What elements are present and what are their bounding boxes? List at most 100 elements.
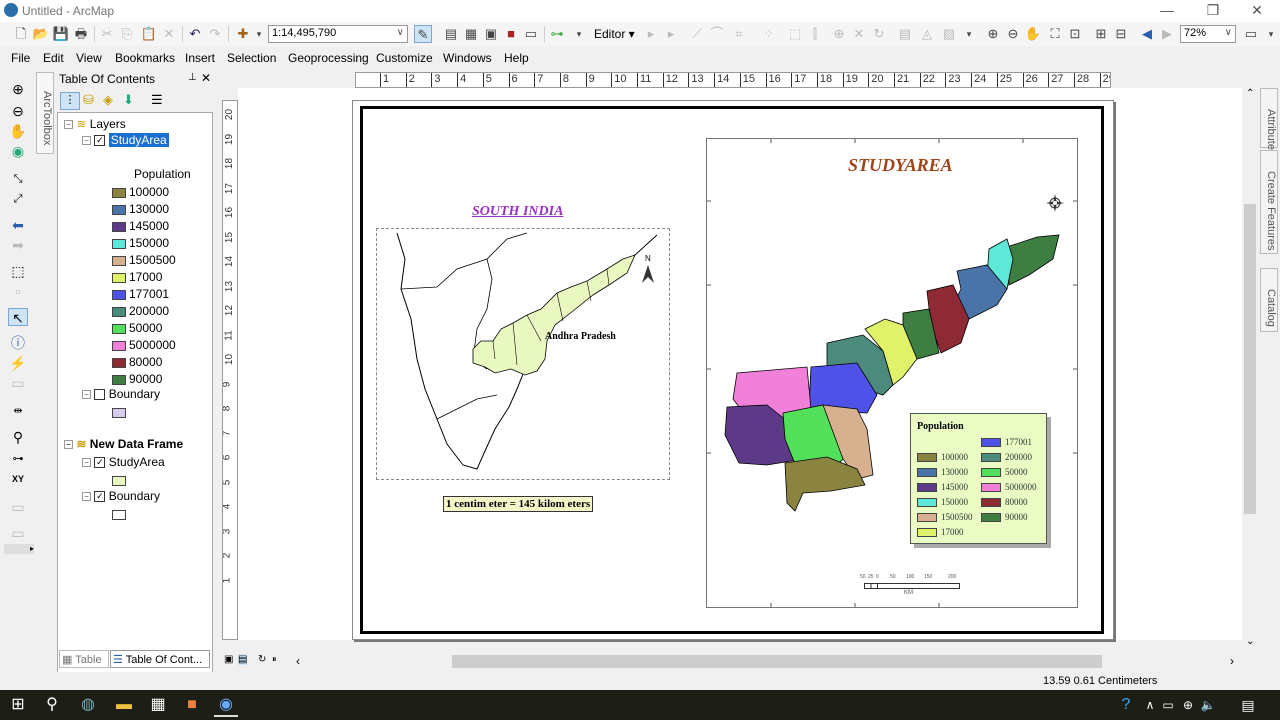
tab-table[interactable]: ▦ Table [59,650,109,668]
pin-icon[interactable]: ⊥ [188,72,197,83]
toc-options-icon[interactable]: ☰ [151,92,163,108]
find-route-icon[interactable]: ⊶ [8,450,28,468]
toggle-draft-mode-icon[interactable]: ▭ [1242,25,1260,43]
html-popup-icon[interactable]: ▭ [8,374,28,392]
endpoint-arc-icon[interactable]: ⌒ [708,25,726,43]
symbology-class[interactable]: 100000 [112,185,169,199]
symbol-swatch[interactable] [112,221,126,232]
vertical-scrollbar[interactable]: ⌃ ⌄ [1242,88,1259,652]
scale-text[interactable]: 1 centim eter = 145 kilom eters [443,496,594,512]
toolbar-options-icon[interactable]: ▾ [960,25,978,43]
attributes-tab[interactable]: Attributes [1260,88,1278,155]
catalog-icon[interactable]: ▦ [462,25,480,43]
boundary-symbol[interactable] [112,405,129,419]
editor-toolbar-toggle-icon[interactable]: ✎ [414,25,432,43]
steam-icon[interactable]: ◍ [76,693,100,717]
next-extent-icon[interactable]: ▶ [1158,25,1176,43]
symbol-swatch[interactable] [112,407,126,418]
collapse-icon[interactable]: − [82,458,91,468]
fixed-zoom-in-icon[interactable]: ⊞ [1092,25,1110,43]
layer-boundary[interactable]: − Boundary [82,387,160,401]
sketch-properties-icon[interactable]: ◬ [918,25,936,43]
symbol-swatch[interactable] [112,289,126,300]
print-icon[interactable]: 🖶 [72,25,90,43]
edit-tool-icon[interactable]: ▸ [642,25,660,43]
layer-studyarea[interactable]: − ✓ StudyArea [82,133,169,147]
cut-polygon-icon[interactable]: ⊕ [830,25,848,43]
store-icon[interactable]: ▦ [146,693,170,717]
symbol-swatch[interactable] [112,357,126,368]
symbol-swatch[interactable] [112,323,126,334]
identify-icon[interactable]: ⓘ [8,334,28,352]
symbology-class[interactable]: 50000 [112,321,162,335]
data-frame-layers[interactable]: − ≋ Layers [64,117,126,131]
full-extent-icon[interactable]: ◉ [8,142,28,160]
layout-view-icon[interactable]: ▤ [238,654,248,665]
data-view-icon[interactable]: ▣ [224,654,233,665]
search-icon[interactable]: ⚲ [40,693,64,717]
symbol-swatch[interactable] [112,238,126,249]
reshape-icon[interactable]: ⫿ [806,25,824,43]
scroll-down-icon[interactable]: ⌄ [1246,636,1254,647]
previous-extent-icon[interactable]: ◀ [1138,25,1156,43]
boundary-symbol-2[interactable] [112,507,129,521]
notifications-icon[interactable]: ▤ [1236,693,1260,717]
scroll-right-icon[interactable]: › [1230,654,1234,668]
menu-insert[interactable]: Insert [185,51,215,65]
help-icon[interactable]: ? [1114,693,1138,717]
new-document-icon[interactable]: 🗋 [12,25,30,43]
go-to-xy-icon[interactable]: XY [8,470,28,488]
zoom-100-icon[interactable]: ⊡ [1066,25,1084,43]
list-by-drawing-order-icon[interactable]: ⋮ [60,92,80,110]
scroll-up-icon[interactable]: ⌃ [1246,88,1254,99]
trace-icon[interactable]: ⌗ [730,25,748,43]
layer-visibility-checkbox[interactable]: ✓ [94,457,106,469]
symbology-class[interactable]: 80000 [112,355,162,369]
collapse-icon[interactable]: − [82,492,91,502]
menu-geoprocessing[interactable]: Geoprocessing [288,51,369,65]
menu-customize[interactable]: Customize [376,51,433,65]
symbol-swatch[interactable] [112,475,126,486]
symbology-class[interactable]: 150000 [112,236,169,250]
list-by-source-icon[interactable]: ⛁ [83,92,94,108]
collapse-icon[interactable]: − [82,136,91,146]
copy-icon[interactable]: ⎘ [118,25,136,43]
layer-boundary-2[interactable]: − ✓ Boundary [82,489,160,503]
create-viewer-icon[interactable]: ▭ [8,524,28,542]
symbology-class[interactable]: 5000000 [112,338,176,352]
paste-icon[interactable]: 📋 [140,25,158,43]
zoom-in-icon[interactable]: ⊕ [8,80,28,98]
back-icon[interactable]: ⬅ [8,216,28,234]
hyperlink-icon[interactable]: ⚡ [8,354,28,372]
pan-icon[interactable]: ✋ [8,122,28,140]
rotate-icon[interactable]: ↻ [870,25,888,43]
close-button[interactable]: ✕ [1234,0,1280,22]
undo-icon[interactable]: ↶ [186,25,204,43]
symbol-swatch[interactable] [112,509,126,520]
clear-selection-icon[interactable]: ▫ [8,282,28,300]
toc-close-button[interactable]: ✕ [201,71,211,85]
forward-icon[interactable]: ➡ [8,236,28,254]
collapse-icon[interactable]: − [82,390,91,400]
table-icon[interactable]: ▤ [442,25,460,43]
symbology-class[interactable]: 145000 [112,219,169,233]
layout-pan-icon[interactable]: ✋ [1024,25,1042,43]
minimize-button[interactable]: — [1144,0,1190,22]
create-features-icon[interactable]: ▧ [940,25,958,43]
add-data-dropdown-icon[interactable]: ▾ [250,25,268,43]
toolbar-options-icon[interactable]: ▾ [1262,25,1280,43]
symbology-class[interactable]: 130000 [112,202,169,216]
layer-studyarea-2[interactable]: − ✓ StudyArea [82,455,165,469]
south-india-title[interactable]: SOUTH INDIA [472,204,563,220]
python-window-icon[interactable]: ▭ [522,25,540,43]
create-features-tab[interactable]: Create Features [1260,150,1278,254]
menu-help[interactable]: Help [504,51,529,65]
layer-visibility-checkbox[interactable]: ✓ [94,135,106,147]
layout-zoom-in-icon[interactable]: ⊕ [984,25,1002,43]
restore-button[interactable]: ❐ [1190,0,1236,22]
editor-menu[interactable]: Editor ▾ [594,27,635,41]
windows-start-icon[interactable]: ⊞ [6,693,30,717]
menu-edit[interactable]: Edit [43,51,64,65]
studyarea-title[interactable]: STUDYAREA [848,155,953,176]
symbol-swatch[interactable] [112,255,126,266]
